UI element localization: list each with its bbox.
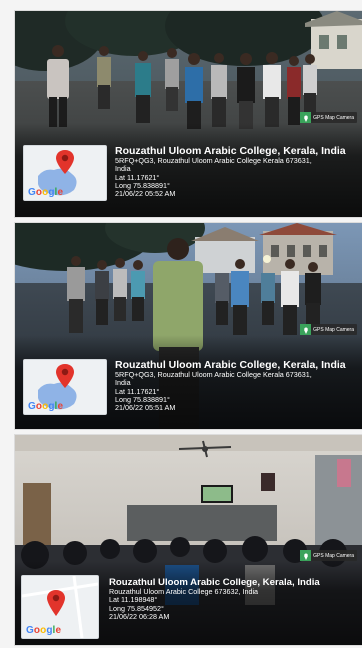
address-line: 5RFQ+QG3, Rouzathul Uloom Arabic College… xyxy=(115,156,312,166)
app-badge: GPS Map Camera xyxy=(300,550,357,561)
location-info: Rouzathul Uloom Arabic College, Kerala, … xyxy=(109,577,357,621)
datetime: 21/06/22 05:51 AM xyxy=(115,403,176,413)
map-thumbnail: Google xyxy=(23,145,107,201)
photo-3: GPS Map Camera Google Rouzathul Uloom Ar… xyxy=(14,434,362,646)
photo-2: GPS Map Camera Google Rouzathul Uloom Ar… xyxy=(14,222,362,430)
map-camera-icon xyxy=(300,112,312,123)
location-info: Rouzathul Uloom Arabic College, Kerala, … xyxy=(115,145,357,198)
google-logo: Google xyxy=(26,625,62,636)
map-camera-icon xyxy=(300,550,312,561)
map-camera-icon xyxy=(300,324,312,335)
app-badge-label: GPS Map Camera xyxy=(313,326,354,333)
map-thumbnail: Google xyxy=(21,575,99,639)
app-badge: GPS Map Camera xyxy=(300,324,357,335)
datetime: 21/06/22 06:28 AM xyxy=(109,611,170,621)
location-info: Rouzathul Uloom Arabic College, Kerala, … xyxy=(115,359,357,412)
google-logo: Google xyxy=(28,187,64,198)
photo-1: GPS Map Camera Google Rouzathul Uloom Ar… xyxy=(14,10,362,218)
location-overlay: Google Rouzathul Uloom Arabic College, K… xyxy=(15,123,362,217)
datetime: 21/06/22 05:52 AM xyxy=(115,189,176,199)
app-badge-label: GPS Map Camera xyxy=(313,114,354,121)
map-thumbnail: Google xyxy=(23,359,107,415)
location-overlay: Google Rouzathul Uloom Arabic College, K… xyxy=(15,335,362,429)
address-line: 5RFQ+QG3, Rouzathul Uloom Arabic College… xyxy=(115,370,312,380)
app-badge-label: GPS Map Camera xyxy=(313,552,354,559)
app-badge: GPS Map Camera xyxy=(300,112,357,123)
google-logo: Google xyxy=(28,401,64,412)
location-overlay: Google Rouzathul Uloom Arabic College, K… xyxy=(15,561,362,645)
